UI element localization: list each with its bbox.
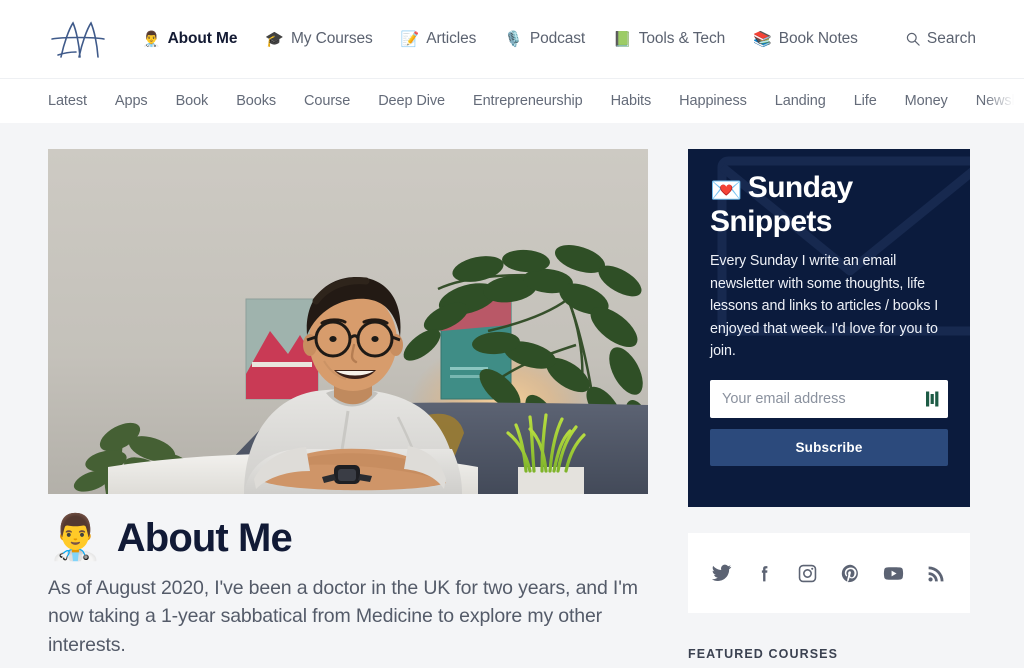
nav-label: Book Notes [778,30,858,47]
page-title: 👨‍⚕️ About Me [48,516,648,560]
nav-label: My Courses [290,30,373,47]
hero-photo-image [48,149,648,494]
search-icon [906,32,920,46]
love-letter-emoji: 💌 [710,175,742,205]
nav-item-my-courses[interactable]: 🎓 My Courses [265,30,372,48]
memo-emoji: 📝 [400,30,420,48]
subscribe-button[interactable]: Subscribe [710,429,948,467]
facebook-icon[interactable] [754,563,775,584]
category-item-money[interactable]: Money [905,93,948,109]
category-item-books[interactable]: Books [236,93,276,109]
rss-icon[interactable] [926,563,947,584]
nav-item-tools-and-tech[interactable]: 📗 Tools & Tech [613,30,725,48]
nav-item-about-me[interactable]: 👨‍⚕️ About Me [142,30,237,48]
main-content: 👨‍⚕️ About Me As of August 2020, I've be… [48,149,648,659]
search-button[interactable]: Search [906,30,976,48]
category-item-book[interactable]: Book [176,93,209,109]
nav-item-book-notes[interactable]: 📚 Book Notes [753,30,858,48]
aa-monogram-logo[interactable] [48,17,108,61]
category-item-apps[interactable]: Apps [115,93,148,109]
header-top-row: 👨‍⚕️ About Me 🎓 My Courses 📝 Articles 🎙️… [0,0,1024,78]
autofill-icon[interactable] [926,391,939,407]
nav-label: Articles [426,30,477,47]
page-body: 👨‍⚕️ About Me As of August 2020, I've be… [0,123,1024,661]
social-links-card [688,533,970,613]
sidebar: 💌 Sunday Snippets Every Sunday I write an… [688,149,970,661]
email-input[interactable] [710,380,948,419]
newsletter-description: Every Sunday I write an email newsletter… [710,253,939,359]
site-header: 👨‍⚕️ About Me 🎓 My Courses 📝 Articles 🎙️… [0,0,1024,123]
youtube-icon[interactable] [883,563,904,584]
category-item-habits[interactable]: Habits [611,93,652,109]
nav-item-articles[interactable]: 📝 Articles [401,30,477,48]
instagram-icon[interactable] [797,563,818,584]
nav-label: Tools & Tech [638,30,726,47]
category-item-latest[interactable]: Latest [48,93,87,109]
books-emoji: 📚 [753,30,772,48]
pinterest-icon[interactable] [840,563,861,584]
featured-courses-heading: FEATURED COURSES [688,647,839,661]
backpack-emoji: 🎓 [265,30,284,48]
primary-navigation: 👨‍⚕️ About Me 🎓 My Courses 📝 Articles 🎙️… [142,30,906,48]
category-item-deep-dive[interactable]: Deep Dive [378,93,445,109]
category-item-life[interactable]: Life [854,93,877,109]
category-item-course[interactable]: Course [304,93,350,109]
category-navigation: Latest Apps Book Books Course Deep Dive … [0,78,1024,123]
category-item-happiness[interactable]: Happiness [679,93,747,109]
doctor-emoji: 👨‍⚕️ [142,30,161,48]
email-input-wrapper [710,380,948,419]
about-me-title: About Me [116,516,293,560]
twitter-icon[interactable] [711,563,732,584]
nav-label: About Me [167,30,238,47]
category-item-landing[interactable]: Landing [775,93,826,109]
hero-photo [48,149,648,494]
category-item-newsletter[interactable]: Newsletter [976,93,1024,109]
newsletter-signup-card: 💌 Sunday Snippets Every Sunday I write an… [688,149,970,507]
green-book-emoji: 📗 [613,30,632,48]
about-me-paragraph: As of August 2020, I've been a doctor in… [48,577,638,656]
microphone-emoji: 🎙️ [504,30,523,48]
newsletter-title: 💌 Sunday Snippets [710,171,948,238]
doctor-emoji: 👨‍⚕️ [48,513,103,562]
search-label: Search [926,30,976,47]
nav-item-podcast[interactable]: 🎙️ Podcast [504,30,585,48]
nav-label: Podcast [529,30,586,47]
category-item-entrepreneurship[interactable]: Entrepreneurship [473,93,583,109]
